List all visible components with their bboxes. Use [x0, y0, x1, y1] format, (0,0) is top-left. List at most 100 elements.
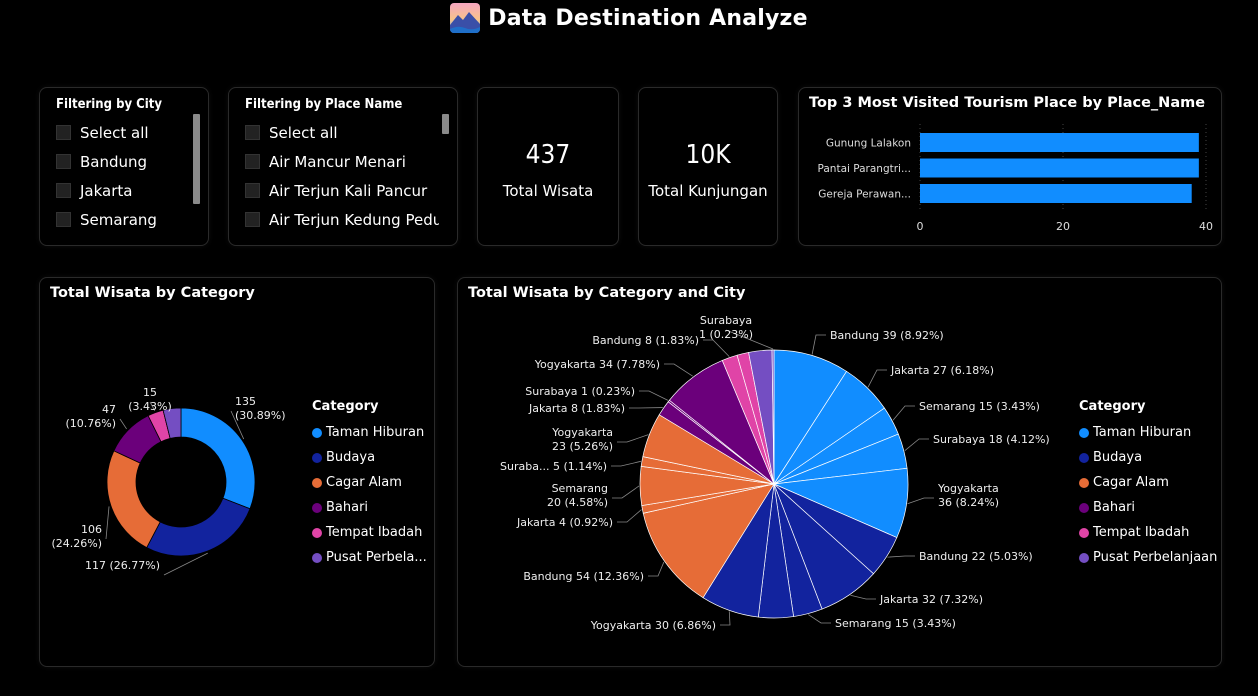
place-option-air-terjun-kali-pancur[interactable]: Air Terjun Kali Pancur [245, 176, 439, 205]
pie-data-label: 20 (4.58%) [547, 496, 608, 509]
legend-item[interactable]: Tempat Ibadah [312, 520, 427, 545]
place-option-label: Select all [269, 123, 338, 142]
donut-leader-line [119, 418, 127, 430]
legend-dot [1079, 427, 1089, 438]
pie-leader-line [720, 611, 731, 626]
city-option-bandung[interactable]: Bandung [56, 147, 190, 176]
bar [920, 133, 1199, 152]
pie-leader-line [617, 434, 649, 443]
legend-label: Tempat Ibadah [326, 525, 423, 540]
place-option-select-all[interactable]: Select all [245, 118, 439, 147]
city-slicer-list: Select all Bandung Jakarta Semarang [56, 118, 190, 239]
checkbox[interactable] [245, 154, 260, 169]
checkbox[interactable] [56, 183, 71, 198]
city-option-semarang[interactable]: Semarang [56, 205, 190, 234]
legend-label: Pusat Perbelanjaan [1093, 550, 1218, 565]
legend-dot [312, 427, 322, 438]
pie-leader-line [808, 614, 831, 624]
place-slicer-scrollbar[interactable] [442, 114, 449, 134]
donut-data-label: 15 [143, 386, 157, 399]
pie-data-label: Yogyakarta 34 (7.78%) [534, 358, 660, 371]
legend-label: Pusat Perbela... [326, 550, 427, 565]
legend-item[interactable]: Cagar Alam [1079, 470, 1217, 495]
donut-chart-canvas: 135(30.89%) 117 (26.77%) 106(24.26%) 47(10.… [51, 386, 286, 576]
legend-item[interactable]: Pusat Perbela... [312, 545, 427, 570]
place-option-air-terjun-kedung-pedut[interactable]: Air Terjun Kedung Pedut [245, 205, 439, 234]
mountain-sunset-icon [450, 3, 481, 33]
checkbox[interactable] [245, 125, 260, 140]
legend-item[interactable]: Pusat Perbelanjaan [1079, 545, 1217, 570]
legend-label: Budaya [1093, 450, 1143, 465]
bar-category-label: Gereja Perawan... [818, 189, 911, 201]
checkbox[interactable] [245, 212, 260, 227]
place-slicer-list: Select all Air Mancur Menari Air Terjun … [245, 118, 439, 239]
legend-label: Budaya [326, 450, 376, 465]
legend-dot [1079, 502, 1089, 513]
donut-data-label: 117 (26.77%) [85, 559, 160, 572]
pie-leader-line [612, 485, 640, 499]
pie-legend: Category Taman Hiburan Budaya Cagar Alam Ba… [1079, 399, 1217, 570]
legend-label: Bahari [326, 500, 369, 515]
checkbox[interactable] [56, 212, 71, 227]
bar-category-label: Gunung Lalakon [826, 138, 911, 150]
city-option-label: Bandung [80, 152, 148, 171]
city-option-jakarta[interactable]: Jakarta [56, 176, 190, 205]
pie-leader-line [664, 363, 693, 377]
legend-dot [1079, 452, 1089, 463]
legend-title: Category [1079, 399, 1146, 414]
place-option-air-mancur-menari[interactable]: Air Mancur Menari [245, 147, 439, 176]
pie-data-label: Surabaya 1 (0.23%) [525, 385, 635, 398]
donut-slice [180, 407, 256, 510]
place-option-label: Air Terjun Kali Pancur [269, 181, 428, 200]
legend-label: Cagar Alam [326, 475, 402, 490]
kpi-value: 437 [525, 140, 571, 170]
donut-data-label: (30.89%) [235, 409, 286, 422]
legend-label: Taman Hiburan [1093, 425, 1192, 440]
donut-leader-line [105, 506, 110, 540]
checkbox[interactable] [245, 183, 260, 198]
checkbox[interactable] [56, 154, 71, 169]
legend-title: Category [312, 399, 379, 414]
legend-dot [312, 552, 322, 563]
pie-data-label: 1 (0.23%) [699, 328, 753, 341]
legend-item[interactable]: Cagar Alam [312, 470, 427, 495]
pie-leader-line [639, 390, 669, 401]
category-city-pie-chart: Total Wisata by Category and City Bandun… [457, 277, 1222, 667]
header: Data Destination Analyze [0, 0, 1258, 36]
city-option-select-all[interactable]: Select all [56, 118, 190, 147]
kpi-total-wisata: 437 Total Wisata [477, 87, 619, 246]
legend-dot [1079, 552, 1089, 563]
legend-item[interactable]: Taman Hiburan [1079, 420, 1217, 445]
pie-leader-line [887, 555, 915, 558]
pie-leader-line [867, 369, 887, 388]
legend-item[interactable]: Tempat Ibadah [1079, 520, 1217, 545]
pie-leader-line [617, 509, 642, 523]
donut-leader-line [163, 552, 208, 576]
city-option-label: Select all [80, 123, 149, 142]
pie-data-label: Semarang [552, 482, 608, 495]
legend-item[interactable]: Budaya [312, 445, 427, 470]
legend-item[interactable]: Taman Hiburan [312, 420, 427, 445]
city-slicer-scrollbar[interactable] [193, 114, 200, 204]
pie-data-label: Bandung 8 (1.83%) [592, 334, 699, 347]
city-option-label: Jakarta [80, 181, 133, 200]
bar-x-tick-label: 0 [917, 220, 924, 233]
kpi-value: 10K [685, 140, 731, 170]
legend-label: Bahari [1093, 500, 1136, 515]
pie-data-label: Jakarta 32 (7.32%) [879, 593, 983, 606]
place-option-label: Air Mancur Menari [269, 152, 406, 171]
pie-leader-line [703, 339, 730, 357]
pie-data-label: Suraba... 5 (1.14%) [500, 460, 607, 473]
pie-leader-line [811, 334, 826, 355]
bar-x-tick-label: 20 [1056, 220, 1070, 233]
pie-leader-line [904, 438, 929, 451]
pie-data-label: Surabaya [700, 314, 752, 327]
legend-item[interactable]: Bahari [312, 495, 427, 520]
kpi-label: Total Kunjungan [648, 182, 768, 200]
pie-data-label: Yogyakarta [551, 426, 613, 439]
place-option-label: Air Terjun Kedung Pedut [269, 210, 439, 229]
pie-data-label: Surabaya 18 (4.12%) [933, 433, 1050, 446]
legend-item[interactable]: Bahari [1079, 495, 1217, 520]
legend-item[interactable]: Budaya [1079, 445, 1217, 470]
checkbox[interactable] [56, 125, 71, 140]
